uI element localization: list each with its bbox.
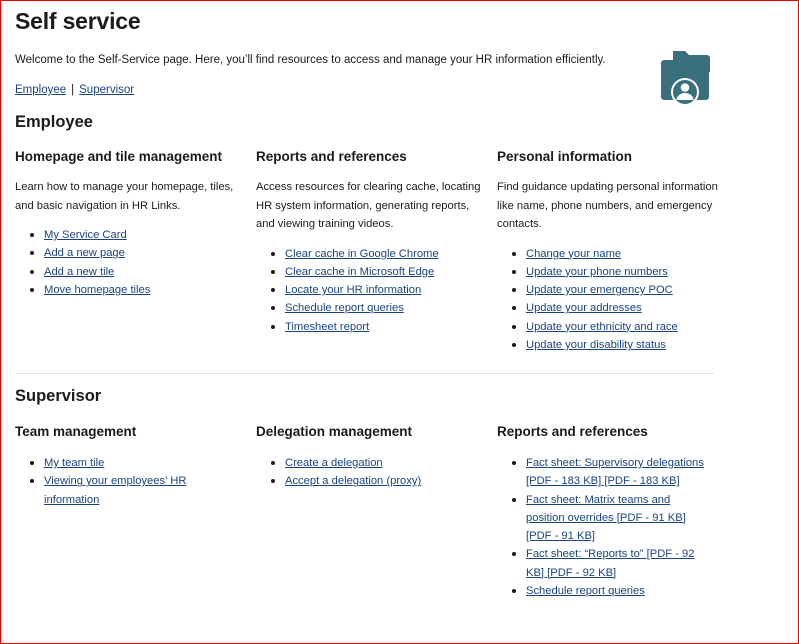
column-title: Delegation management [256,424,413,439]
fact-sheet-supervisory-delegations-link[interactable]: Fact sheet: Supervisory delegations [PDF… [526,457,704,487]
update-disability-status-link[interactable]: Update your disability status [526,339,666,351]
link-list: Change your name Update your phone numbe… [497,245,722,355]
change-name-link[interactable]: Change your name [526,248,621,260]
list-item: Add a new page [30,244,240,262]
list-item: Clear cache in Google Chrome [271,245,481,263]
my-service-card-link[interactable]: My Service Card [44,229,127,241]
column-description: Find guidance updating personal informat… [497,181,718,230]
employee-column-reports: Reports and references Access resources … [256,148,481,336]
supervisor-column-team: Team management My team tile Viewing you… [15,423,240,509]
folder-user-icon [661,51,710,106]
add-new-page-link[interactable]: Add a new page [44,247,125,259]
viewing-employees-hr-info-link[interactable]: Viewing your employees’ HR information [44,475,186,505]
list-item: Fact sheet: Matrix teams and position ov… [512,491,708,546]
list-item: Update your ethnicity and race [512,318,722,336]
list-item: Accept a delegation (proxy) [271,472,481,490]
list-item: Update your addresses [512,299,722,317]
clear-cache-edge-link[interactable]: Clear cache in Microsoft Edge [285,266,434,278]
list-item: Fact sheet: Supervisory delegations [PDF… [512,454,708,491]
column-title: Homepage and tile management [15,149,223,164]
page-frame: Self service Welcome to the Self-Service… [0,0,799,644]
list-item: Locate your HR information [271,281,481,299]
list-item: Schedule report queries [271,299,481,317]
list-item: My Service Card [30,226,240,244]
timesheet-report-link[interactable]: Timesheet report [285,321,369,333]
fact-sheet-matrix-teams-link[interactable]: Fact sheet: Matrix teams and position ov… [526,494,686,543]
list-item: Fact sheet: “Reports to” [PDF - 92 KB] [… [512,545,708,582]
column-title: Reports and references [497,424,648,439]
supervisor-anchor-link[interactable]: Supervisor [79,84,134,96]
intro-text: Welcome to the Self-Service page. Here, … [15,54,606,66]
list-item: Update your emergency POC [512,281,722,299]
column-title: Reports and references [256,149,407,164]
list-item: Schedule report queries [512,582,722,600]
link-list: Create a delegation Accept a delegation … [256,454,481,491]
list-item: Viewing your employees’ HR information [30,472,209,509]
create-delegation-link[interactable]: Create a delegation [285,457,383,469]
employee-anchor-link[interactable]: Employee [15,84,66,96]
link-list: My Service Card Add a new page Add a new… [15,226,240,299]
list-item: Create a delegation [271,454,481,472]
update-emergency-poc-link[interactable]: Update your emergency POC [526,284,673,296]
list-item: Update your phone numbers [512,263,722,281]
list-item: Timesheet report [271,318,481,336]
link-list: Clear cache in Google Chrome Clear cache… [256,245,481,336]
schedule-report-queries-link[interactable]: Schedule report queries [285,302,404,314]
column-description: Learn how to manage your homepage, tiles… [15,181,234,212]
clear-cache-chrome-link[interactable]: Clear cache in Google Chrome [285,248,439,260]
anchor-links: Employee | Supervisor [15,83,134,98]
locate-hr-information-link[interactable]: Locate your HR information [285,284,421,296]
list-item: Clear cache in Microsoft Edge [271,263,481,281]
section-divider [15,373,714,374]
column-description: Access resources for clearing cache, loc… [256,181,481,230]
employee-heading: Employee [15,113,93,131]
accept-delegation-link[interactable]: Accept a delegation (proxy) [285,475,421,487]
supervisor-column-delegation: Delegation management Create a delegatio… [256,423,481,491]
list-item: Update your disability status [512,336,722,354]
update-phone-numbers-link[interactable]: Update your phone numbers [526,266,668,278]
supervisor-heading: Supervisor [15,387,102,405]
list-item: Move homepage tiles [30,281,240,299]
employee-column-personal: Personal information Find guidance updat… [497,148,722,354]
update-addresses-link[interactable]: Update your addresses [526,302,642,314]
link-list: My team tile Viewing your employees’ HR … [15,454,240,509]
page-title: Self service [15,8,141,34]
add-new-tile-link[interactable]: Add a new tile [44,266,114,278]
supervisor-column-reports: Reports and references Fact sheet: Super… [497,423,722,600]
fact-sheet-reports-to-link[interactable]: Fact sheet: “Reports to” [PDF - 92 KB] [… [526,548,695,578]
move-homepage-tiles-link[interactable]: Move homepage tiles [44,284,150,296]
link-list: Fact sheet: Supervisory delegations [PDF… [497,454,722,600]
column-title: Team management [15,424,137,439]
list-item: Change your name [512,245,722,263]
list-item: Add a new tile [30,263,240,281]
list-item: My team tile [30,454,240,472]
anchor-separator: | [71,84,75,96]
update-ethnicity-race-link[interactable]: Update your ethnicity and race [526,321,678,333]
schedule-report-queries-link[interactable]: Schedule report queries [526,585,645,597]
column-title: Personal information [497,149,633,164]
employee-column-homepage: Homepage and tile management Learn how t… [15,148,240,299]
my-team-tile-link[interactable]: My team tile [44,457,104,469]
